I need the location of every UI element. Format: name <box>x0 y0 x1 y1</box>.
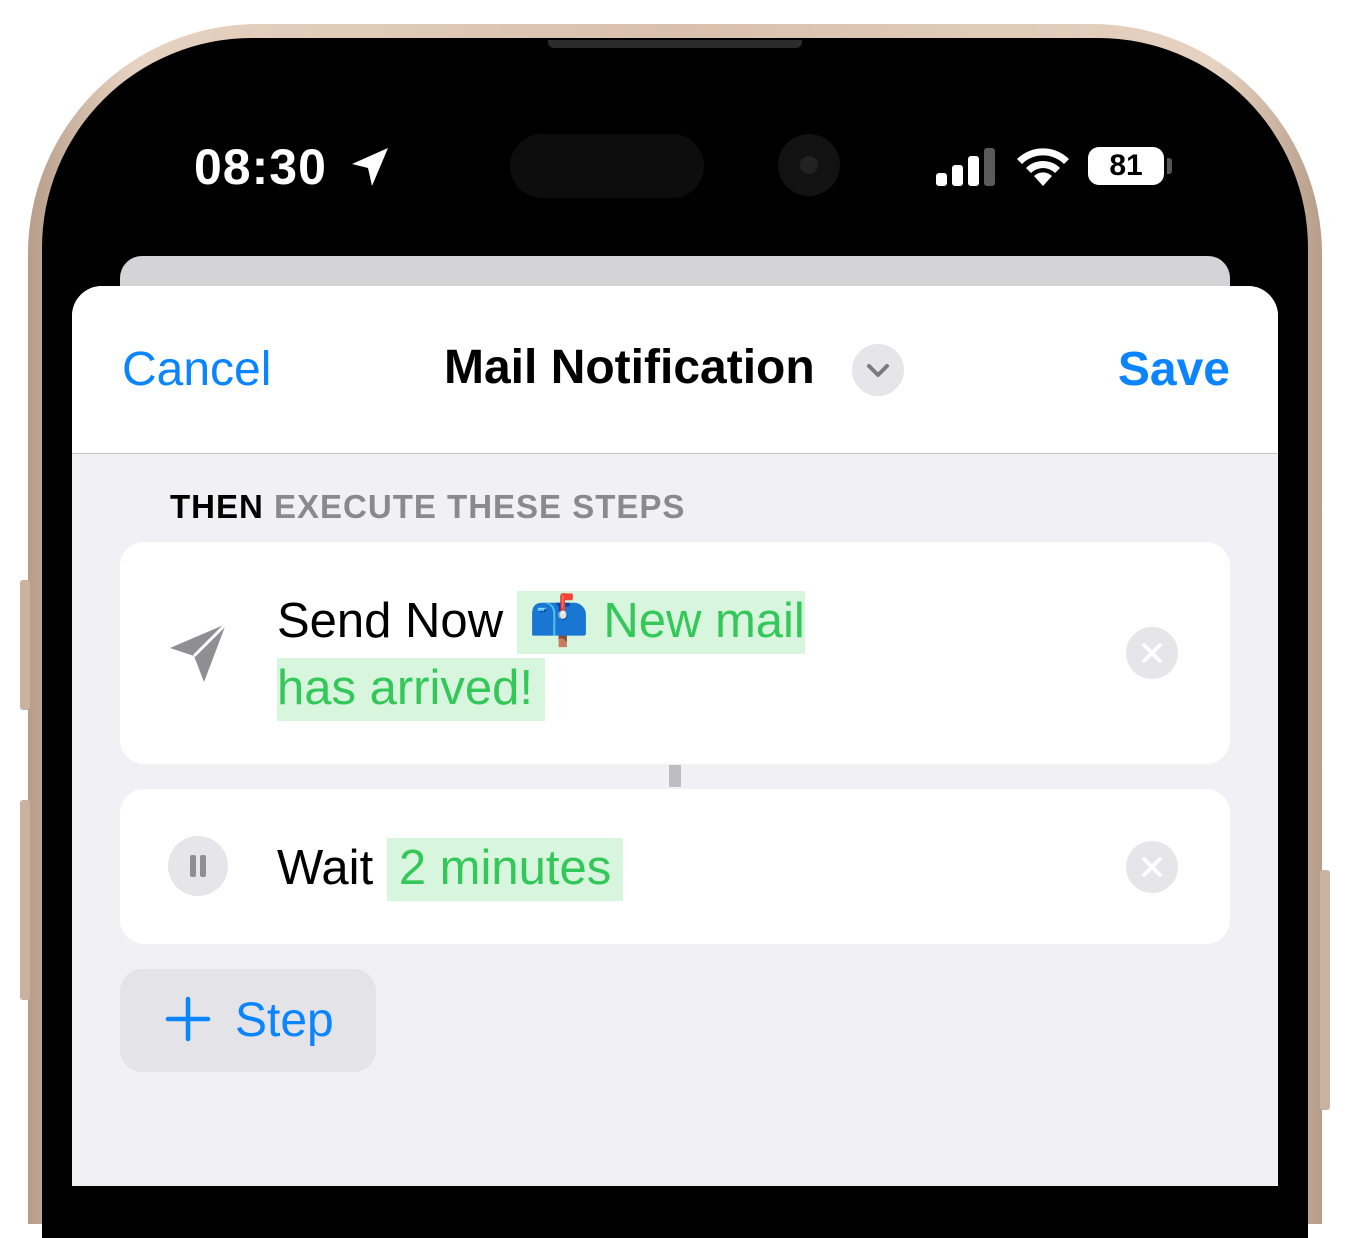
remove-step-button[interactable] <box>1126 841 1178 893</box>
duration-token[interactable]: 2 minutes <box>386 838 624 901</box>
dynamic-island <box>510 134 704 198</box>
section-header: THEN EXECUTE THESE STEPS <box>170 488 685 526</box>
section-header-rest: EXECUTE THESE STEPS <box>274 488 686 525</box>
wifi-icon <box>1017 148 1069 186</box>
step-action-label: Wait <box>277 841 374 895</box>
step-connector <box>669 765 681 787</box>
close-circle-icon <box>1142 643 1162 663</box>
page-title[interactable]: Mail Notification <box>444 340 815 395</box>
shortcut-editor-sheet: Cancel Mail Notification Save THEN EXECU… <box>72 286 1278 1186</box>
chevron-down-icon <box>867 364 889 377</box>
side-button <box>1320 870 1330 1110</box>
status-time: 08:30 <box>194 139 327 195</box>
cancel-button[interactable]: Cancel <box>122 342 271 397</box>
step-text: Send Now 📫 New mail has arrived! <box>277 588 877 722</box>
plus-icon <box>165 996 211 1042</box>
step-card-send-now[interactable]: Send Now 📫 New mail has arrived! <box>120 542 1230 764</box>
section-header-then: THEN <box>170 488 264 525</box>
save-button[interactable]: Save <box>1118 342 1230 397</box>
step-text: Wait 2 minutes <box>277 835 624 902</box>
mailbox-emoji: 📫 <box>528 594 590 648</box>
battery-tip <box>1167 158 1172 174</box>
side-button <box>20 800 30 1000</box>
battery-icon: 81 <box>1088 147 1164 185</box>
remove-step-button[interactable] <box>1126 627 1178 679</box>
step-action-label: Send Now <box>277 594 504 648</box>
nav-bar: Cancel Mail Notification Save <box>72 286 1278 454</box>
title-menu-button[interactable] <box>852 344 904 396</box>
step-card-wait[interactable]: Wait 2 minutes <box>120 789 1230 944</box>
pause-icon <box>168 836 228 896</box>
front-camera <box>778 134 840 196</box>
side-button <box>20 580 30 710</box>
add-step-button[interactable]: Step <box>120 969 376 1072</box>
close-circle-icon <box>1142 857 1162 877</box>
location-arrow-icon <box>352 148 388 186</box>
add-step-label: Step <box>235 994 334 1047</box>
cellular-signal-icon <box>936 146 996 186</box>
paper-plane-icon <box>170 622 228 682</box>
speaker-grille <box>548 40 802 48</box>
